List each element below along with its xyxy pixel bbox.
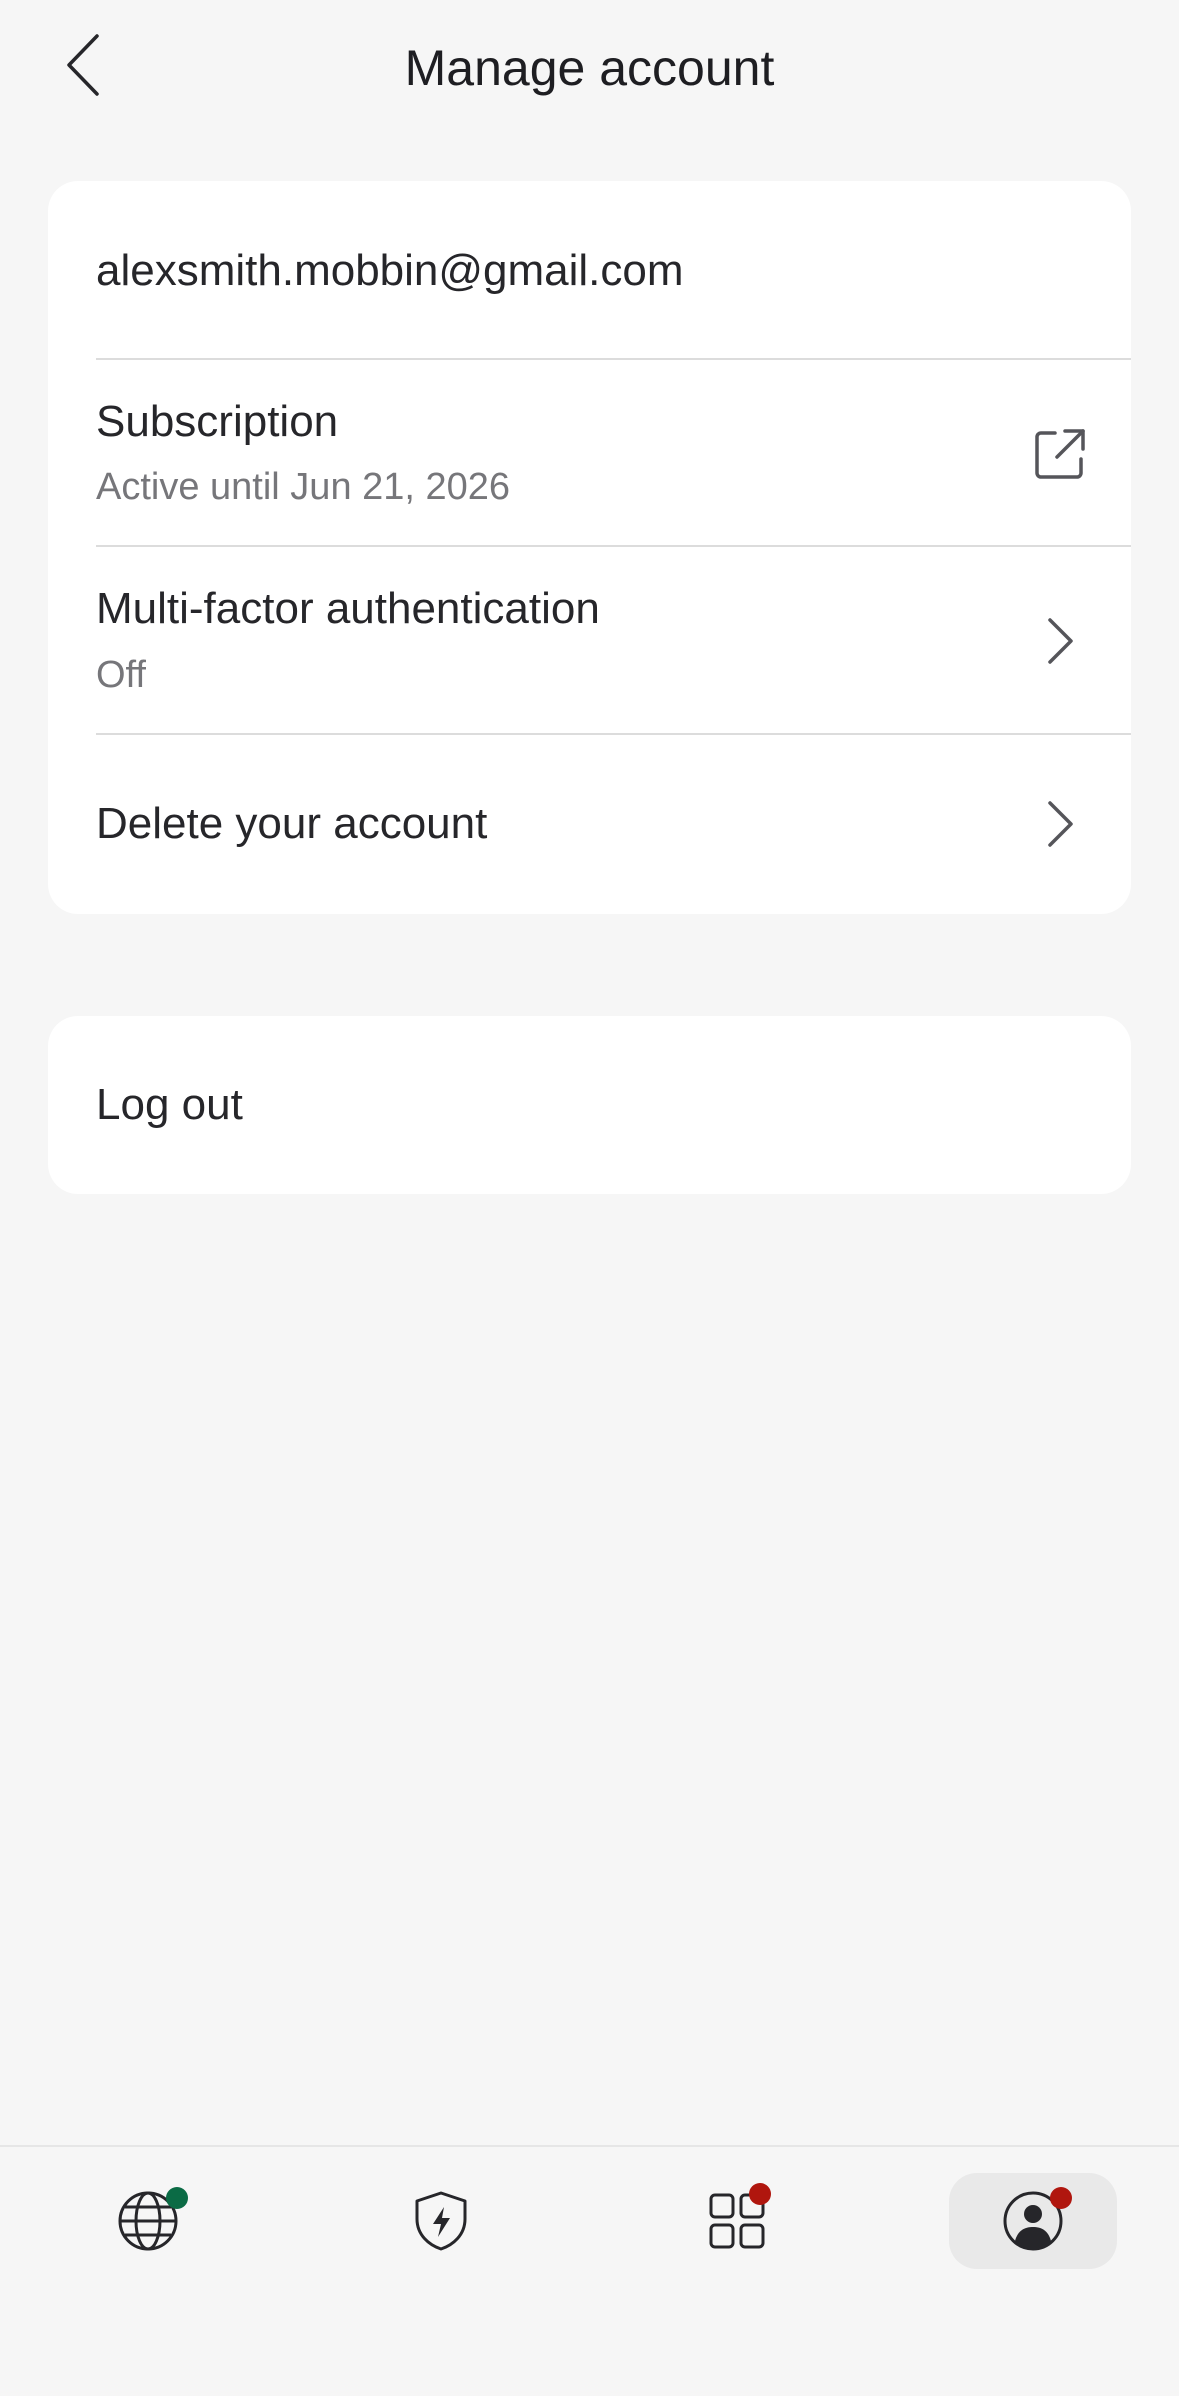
- chevron-right-icon: [1027, 791, 1093, 857]
- mfa-title: Multi-factor authentication: [96, 584, 600, 633]
- logout-button[interactable]: Log out: [48, 1016, 1131, 1194]
- shield-bolt-icon: [415, 2191, 467, 2251]
- notification-dot: [749, 2183, 771, 2205]
- notification-dot: [1050, 2187, 1072, 2209]
- mfa-row[interactable]: Multi-factor authentication Off: [48, 547, 1131, 735]
- external-link-icon: [1027, 421, 1093, 487]
- subscription-title: Subscription: [96, 397, 339, 446]
- account-card: alexsmith.mobbin@gmail.com Subscription …: [48, 181, 1131, 914]
- nav-item-vpn[interactable]: [64, 2173, 232, 2269]
- status-dot: [166, 2187, 188, 2209]
- manage-account-screen: Manage account alexsmith.mobbin@gmail.co…: [0, 0, 1179, 2396]
- nav-item-apps[interactable]: [653, 2173, 821, 2269]
- bottom-nav: [0, 2145, 1179, 2396]
- nav-item-account[interactable]: [949, 2173, 1117, 2269]
- mfa-status: Off: [96, 654, 146, 696]
- chevron-right-icon: [1027, 608, 1093, 674]
- page-title: Manage account: [404, 40, 775, 96]
- email-row: alexsmith.mobbin@gmail.com: [48, 181, 1131, 360]
- delete-account-row[interactable]: Delete your account: [48, 735, 1131, 914]
- delete-account-title: Delete your account: [96, 799, 488, 848]
- account-email: alexsmith.mobbin@gmail.com: [96, 246, 684, 295]
- nav-item-protection[interactable]: [357, 2173, 525, 2269]
- logout-label: Log out: [96, 1080, 243, 1129]
- subscription-status: Active until Jun 21, 2026: [96, 466, 511, 508]
- subscription-row[interactable]: Subscription Active until Jun 21, 2026: [48, 360, 1131, 547]
- header: Manage account: [0, 0, 1179, 136]
